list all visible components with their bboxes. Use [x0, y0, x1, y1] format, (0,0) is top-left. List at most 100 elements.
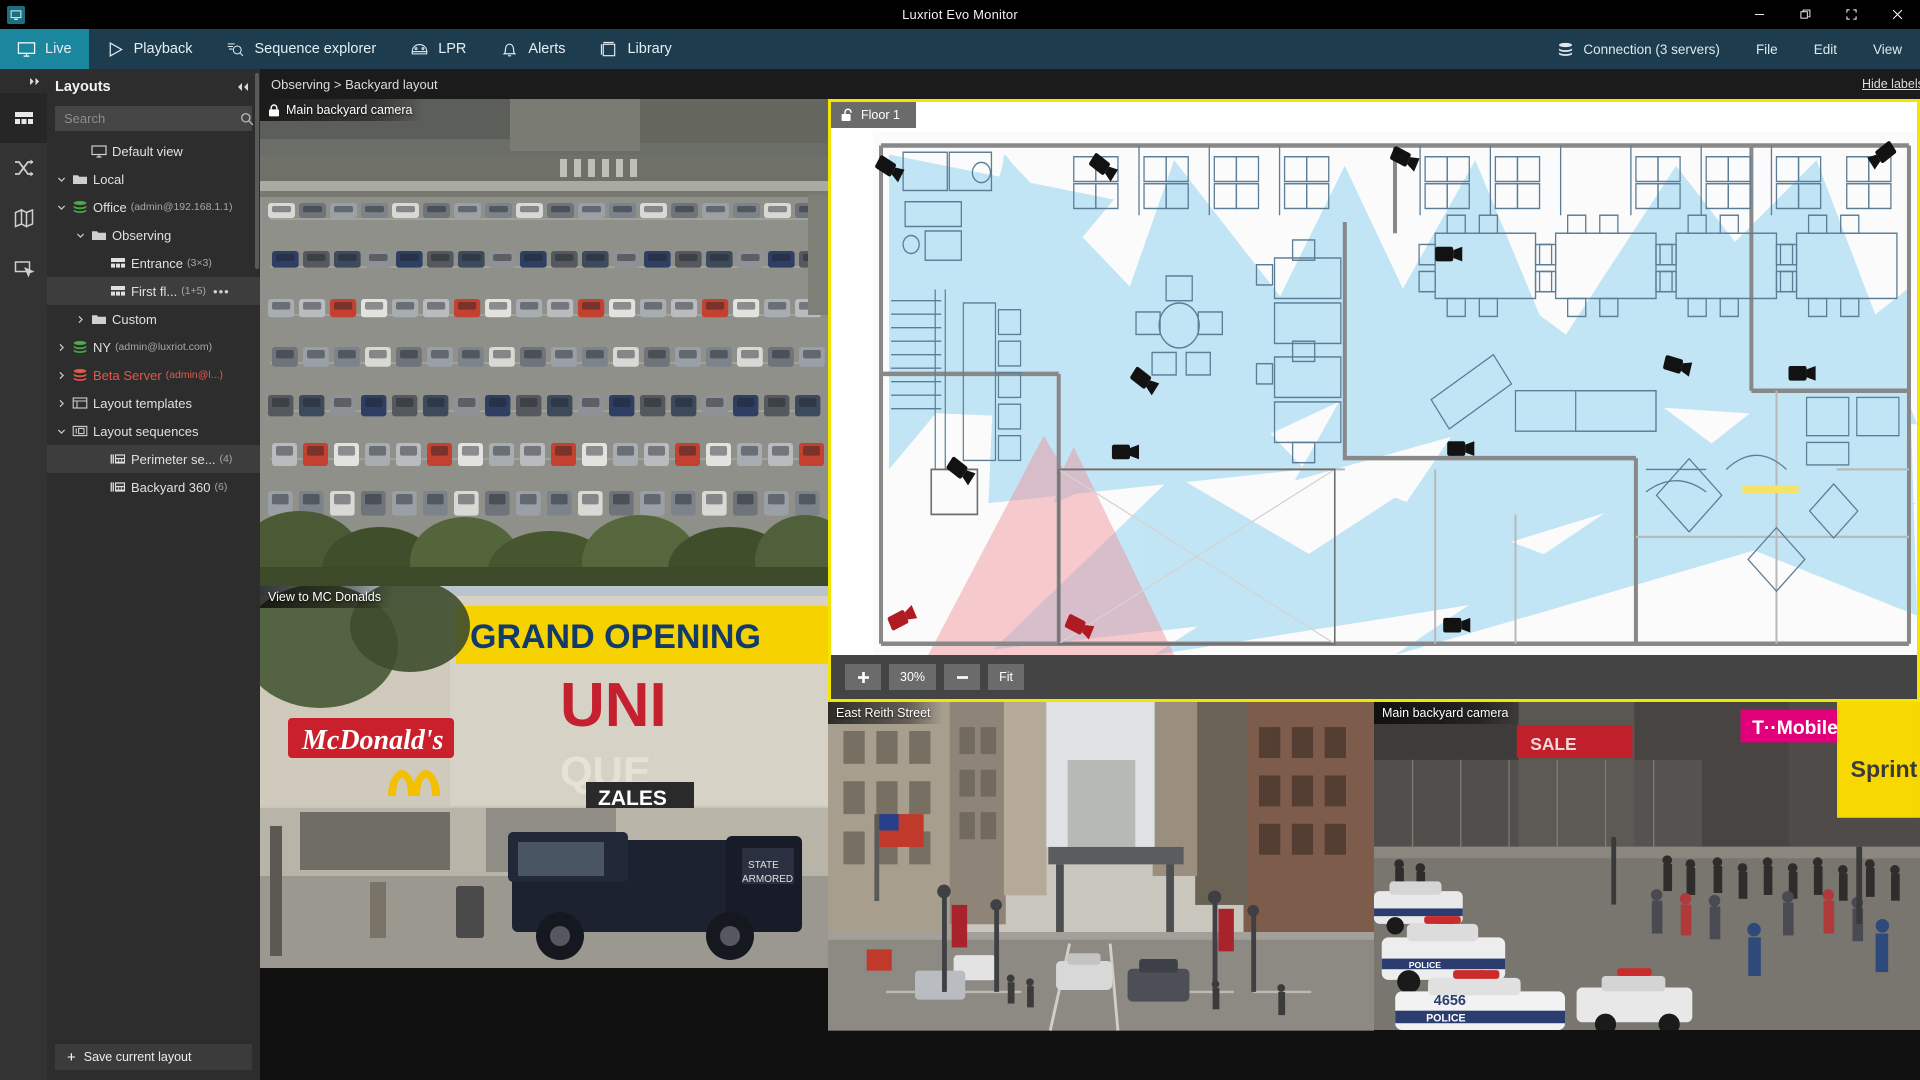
menu-view[interactable]: View — [1855, 29, 1920, 69]
map-canvas[interactable] — [831, 128, 1917, 655]
grid-bottom-row: East Reith Street T··Mobile Sprint SALE … — [828, 702, 1920, 1080]
tab-sequence-explorer[interactable]: Sequence explorer — [209, 29, 393, 69]
breadcrumb[interactable]: Observing > Backyard layout — [271, 77, 438, 92]
tree-item-office[interactable]: Office (admin@192.168.1.1) — [47, 193, 260, 221]
tab-alerts[interactable]: Alerts — [483, 29, 582, 69]
save-current-layout-label: Save current layout — [83, 1050, 192, 1064]
rail-item-maps[interactable] — [0, 193, 47, 243]
connection-menu[interactable]: Connection (3 servers) — [1539, 29, 1738, 69]
tab-library[interactable]: Library — [582, 29, 688, 69]
layout-icon — [107, 256, 129, 270]
chevron-right-icon[interactable] — [53, 343, 69, 352]
rail-expand-button[interactable] — [0, 69, 47, 93]
tree-item-local[interactable]: Local — [47, 165, 260, 193]
monitor-icon — [88, 144, 110, 158]
chevron-down-icon[interactable] — [53, 175, 69, 184]
tab-alerts-label: Alerts — [528, 41, 566, 57]
tree-item-beta-server[interactable]: Beta Server (admin@l...) — [47, 361, 260, 389]
chevron-down-icon[interactable] — [72, 231, 88, 240]
video-cell-mcdonalds[interactable]: GRAND OPENING UNI QUE McDonald's ZALES S… — [260, 586, 828, 1080]
video-cell-main-backyard-top[interactable]: Main backyard camera — [260, 99, 828, 586]
svg-text:T··Mobile: T··Mobile — [1752, 718, 1838, 739]
folder-icon — [88, 228, 110, 242]
tree-item-observing[interactable]: Observing — [47, 221, 260, 249]
cell-label-east-reith: East Reith Street — [828, 702, 943, 724]
tree-item-backyard-360[interactable]: Backyard 360 (6) — [47, 473, 260, 501]
layouts-search[interactable] — [55, 106, 254, 131]
video-cell-east-reith-street[interactable]: East Reith Street — [828, 702, 1374, 1080]
server-green-icon — [69, 200, 91, 214]
tab-sequence-explorer-label: Sequence explorer — [254, 41, 377, 57]
map-fit-button[interactable]: Fit — [988, 664, 1025, 690]
rail-item-screen-pointer[interactable] — [0, 243, 47, 293]
save-layout-bar: + Save current layout — [47, 1038, 260, 1080]
cell-label-text: View to MC Donalds — [268, 590, 382, 604]
svg-text:POLICE: POLICE — [1426, 1012, 1465, 1024]
map-fit-label: Fit — [999, 670, 1013, 684]
bell-icon — [502, 43, 517, 56]
tree-item-layout-sequences[interactable]: Layout sequences — [47, 417, 260, 445]
screen-pointer-icon — [14, 261, 35, 278]
tree-item-default-view[interactable]: Default view — [47, 137, 260, 165]
map-cell-floor-1[interactable]: Floor 1 30% Fit — [828, 99, 1920, 702]
tree-item-label: Custom — [112, 311, 157, 327]
chevron-right-icon[interactable] — [72, 315, 88, 324]
menu-file[interactable]: File — [1738, 29, 1796, 69]
mcdonalds-street-video: GRAND OPENING UNI QUE McDonald's ZALES S… — [260, 586, 828, 968]
breadcrumb-bar: Observing > Backyard layout Hide labels — [260, 69, 1920, 99]
fullscreen-icon[interactable] — [1828, 0, 1874, 29]
chevron-right-icon[interactable] — [53, 399, 69, 408]
restore-icon[interactable] — [1782, 0, 1828, 29]
map-zoom-in-button[interactable] — [845, 664, 881, 690]
tree-item-overflow-menu[interactable]: ••• — [213, 284, 230, 299]
floor-plan-drawing — [873, 132, 1917, 655]
svg-text:STATE: STATE — [748, 860, 779, 871]
search-input[interactable] — [64, 111, 240, 126]
tree-item-label: Layout sequences — [93, 423, 199, 439]
map-tab-floor-1[interactable]: Floor 1 — [831, 102, 916, 128]
servers-icon — [1559, 42, 1573, 56]
menu-edit[interactable]: Edit — [1796, 29, 1855, 69]
close-icon[interactable] — [1874, 0, 1920, 29]
tree-item-entrance[interactable]: Entrance (3×3) — [47, 249, 260, 277]
icon-rail — [0, 69, 47, 1080]
tab-live[interactable]: Live — [0, 29, 89, 69]
highlight-strip — [1742, 485, 1799, 494]
rail-item-sequences[interactable] — [0, 143, 47, 193]
tab-playback[interactable]: Playback — [89, 29, 210, 69]
camera-marker — [1447, 441, 1475, 456]
plus-icon: + — [67, 1048, 76, 1066]
tree-item-layout-templates[interactable]: Layout templates — [47, 389, 260, 417]
sequence-item-icon — [107, 480, 129, 494]
map-zoom-out-button[interactable] — [944, 664, 981, 690]
cell-label-text: Main backyard camera — [1382, 706, 1509, 720]
tab-live-label: Live — [45, 41, 72, 57]
save-current-layout-button[interactable]: + Save current layout — [55, 1044, 252, 1070]
tree-item-label: Layout templates — [93, 395, 193, 411]
tree-item-perimeter-se[interactable]: Perimeter se... (4) — [47, 445, 260, 473]
tree-item-first-fl[interactable]: First fl... (1+5) ••• — [47, 277, 260, 305]
camera-marker — [1788, 365, 1816, 381]
tree-item-ny[interactable]: NY (admin@luxriot.com) — [47, 333, 260, 361]
app-window: Luxriot Evo Monitor Live Playback Sequen… — [0, 0, 1920, 1080]
tree-scrollbar[interactable] — [255, 73, 259, 269]
chevron-down-icon[interactable] — [53, 427, 69, 436]
chevron-right-icon[interactable] — [53, 371, 69, 380]
minimize-icon[interactable] — [1736, 0, 1782, 29]
tree-item-custom[interactable]: Custom — [47, 305, 260, 333]
map-zoom-value[interactable]: 30% — [889, 664, 937, 690]
play-icon — [109, 41, 123, 57]
layouts-panel-header: Layouts — [47, 69, 260, 104]
content-area: Observing > Backyard layout Hide labels — [260, 69, 1920, 1080]
tree-item-label: Beta Server — [93, 367, 162, 383]
tree-item-count: (6) — [214, 481, 228, 493]
hide-labels-link[interactable]: Hide labels — [1862, 77, 1920, 91]
rail-item-layouts[interactable] — [0, 93, 47, 143]
panel-collapse-button[interactable] — [236, 82, 250, 92]
chevron-down-icon[interactable] — [53, 203, 69, 212]
tab-lpr[interactable]: LPR — [393, 29, 483, 69]
svg-text:GRAND OPENING: GRAND OPENING — [470, 618, 761, 656]
tab-playback-label: Playback — [133, 41, 193, 57]
svg-text:ZALES: ZALES — [598, 787, 667, 810]
video-cell-main-backyard-bottom[interactable]: T··Mobile Sprint SALE POLICE POLICE 4656… — [1374, 702, 1920, 1080]
